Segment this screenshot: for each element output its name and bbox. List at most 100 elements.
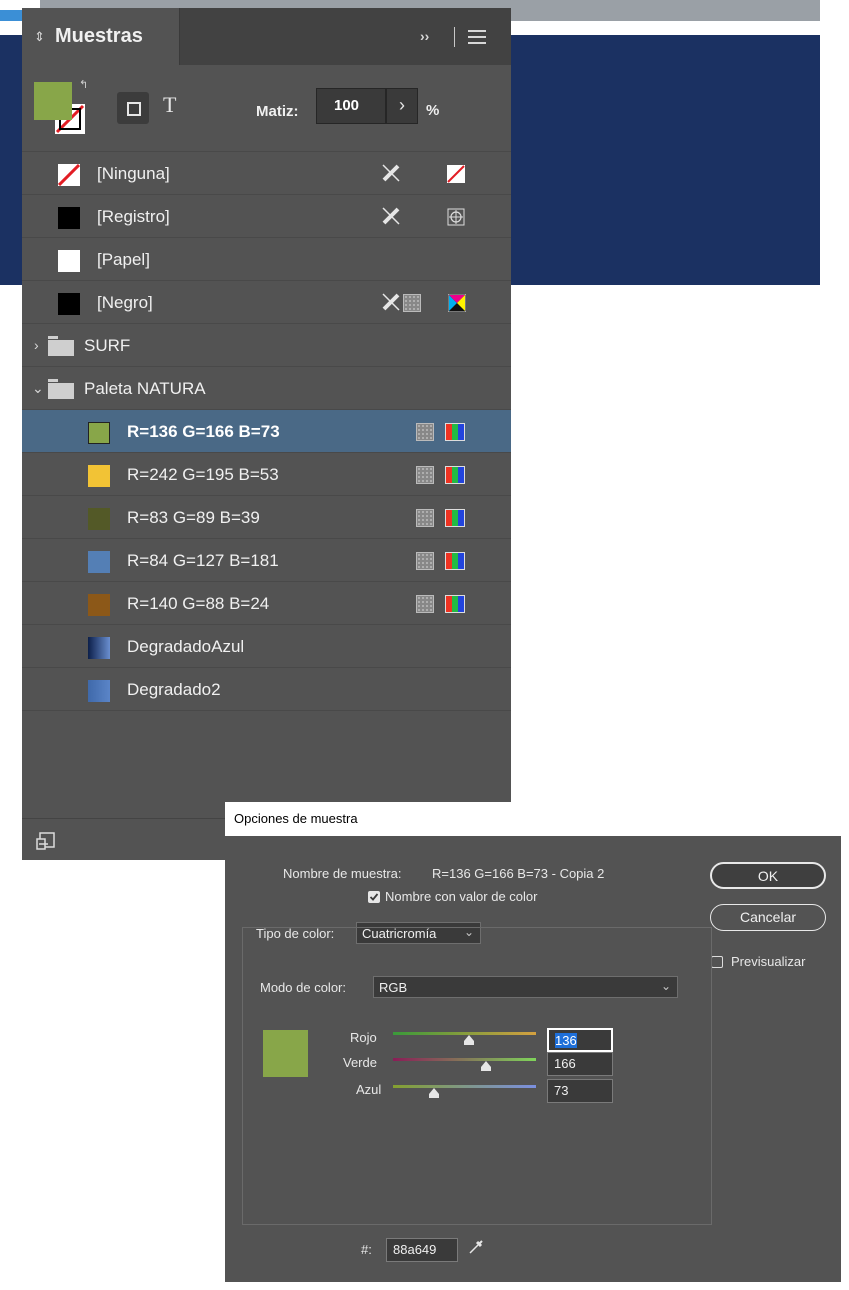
swatch-label: R=83 G=89 B=39: [127, 508, 260, 527]
swatch-name-value: R=136 G=166 B=73 - Copia 2: [432, 866, 605, 881]
blue-value-input[interactable]: 73: [547, 1079, 613, 1103]
folder-icon: [48, 379, 74, 399]
swatch-chip: [88, 551, 110, 573]
name-with-color-value-label: Nombre con valor de color: [385, 889, 538, 904]
green-slider-track[interactable]: [393, 1058, 536, 1061]
swatch-group-surf[interactable]: › SURF: [22, 323, 511, 367]
fill-color-box[interactable]: [34, 82, 72, 120]
registration-swatch-chip: [58, 207, 80, 229]
swatch-label: Degradado2: [127, 680, 221, 699]
paper-swatch-chip: [58, 250, 80, 272]
swap-fill-stroke-icon[interactable]: ↰: [79, 78, 88, 91]
dialog-title: Opciones de muestra: [225, 802, 841, 836]
red-channel-label: Rojo: [350, 1030, 377, 1045]
swatch-row-r83-g89-b39[interactable]: R=83 G=89 B=39: [22, 495, 511, 539]
slider-thumb-base: [464, 1041, 475, 1045]
container-icon: [127, 102, 141, 116]
cancel-button[interactable]: Cancelar: [710, 904, 826, 931]
slider-thumb-base: [481, 1067, 492, 1071]
rgb-mode-icon: [445, 552, 465, 570]
swatch-label: [Ninguna]: [97, 164, 170, 183]
swatch-row-degradado2[interactable]: Degradado2: [22, 667, 511, 711]
swatch-name-label: Nombre de muestra:: [283, 866, 402, 881]
blue-slider-track[interactable]: [393, 1085, 536, 1088]
panel-tab-swatches[interactable]: ⇕ Muestras: [22, 8, 180, 65]
tint-input[interactable]: 100: [316, 88, 386, 124]
ok-button[interactable]: OK: [710, 862, 826, 889]
swatch-row-r140-g88-b24[interactable]: R=140 G=88 B=24: [22, 581, 511, 625]
rgb-mode-icon: [445, 595, 465, 613]
panel-menu-icon[interactable]: [468, 30, 486, 44]
hex-label: #:: [361, 1242, 372, 1257]
process-color-icon: [416, 423, 434, 441]
tint-unit: %: [426, 102, 440, 119]
swatch-row-r136-g166-b73[interactable]: R=136 G=166 B=73: [22, 409, 511, 453]
swatch-label: [Registro]: [97, 207, 170, 226]
swatch-chip: [88, 422, 110, 444]
swatch-options-dialog: Opciones de muestra Nombre de muestra: R…: [225, 802, 841, 1282]
name-with-color-value-checkbox[interactable]: [368, 891, 380, 903]
rgb-mode-icon: [445, 466, 465, 484]
background-document-tab: [0, 10, 22, 21]
red-value-input[interactable]: 136: [547, 1028, 613, 1052]
swatch-row-paper[interactable]: [Papel]: [22, 237, 511, 281]
color-mode-label: Modo de color:: [258, 980, 348, 995]
color-mode-value: RGB: [379, 980, 408, 995]
swatch-label: R=84 G=127 B=181: [127, 551, 279, 570]
formatting-text-button[interactable]: T: [163, 92, 176, 118]
panel-title: Muestras: [55, 25, 143, 47]
color-mode-group-box: [242, 927, 712, 1225]
collapse-panel-icon[interactable]: ››: [420, 28, 429, 44]
swatch-row-none[interactable]: [Ninguna]: [22, 151, 511, 195]
group-label: SURF: [84, 336, 131, 355]
none-swatch-icon: [58, 164, 80, 186]
swatch-label: DegradadoAzul: [127, 637, 245, 656]
color-mode-select[interactable]: RGB ⌄: [373, 976, 678, 998]
tint-stepper-button[interactable]: ›: [386, 88, 418, 124]
swatch-label: R=136 G=166 B=73: [127, 422, 280, 441]
swatches-panel: ⇕ Muestras ›› ↰ T Matiz: 100 › % [Ningun…: [22, 8, 511, 860]
process-color-icon: [416, 595, 434, 613]
list-end-divider: [22, 710, 511, 711]
collapse-arrows-icon[interactable]: ⇕: [34, 29, 45, 45]
panel-header: ⇕ Muestras ››: [22, 8, 511, 65]
preview-checkbox[interactable]: [711, 956, 723, 968]
swatch-label: R=242 G=195 B=53: [127, 465, 279, 484]
no-edit-pencil-icon: [382, 164, 400, 182]
none-mode-icon: [447, 165, 465, 183]
black-swatch-chip: [58, 293, 80, 315]
formatting-container-button[interactable]: [117, 92, 149, 124]
swatch-chip: [88, 465, 110, 487]
swatch-row-r242-g195-b53[interactable]: R=242 G=195 B=53: [22, 452, 511, 496]
gradient-swatch-chip: [88, 680, 110, 702]
hex-input[interactable]: 88a649: [386, 1238, 458, 1262]
process-color-icon: [416, 466, 434, 484]
green-value-input[interactable]: 166: [547, 1052, 613, 1076]
import-swatch-icon[interactable]: [36, 831, 56, 851]
swatch-row-registration[interactable]: [Registro]: [22, 194, 511, 238]
tint-label: Matiz:: [256, 103, 299, 120]
color-preview-swatch: [263, 1030, 308, 1077]
gradient-swatch-chip: [88, 637, 110, 659]
swatch-row-degradado-azul[interactable]: DegradadoAzul: [22, 624, 511, 668]
eyedropper-icon[interactable]: [467, 1238, 485, 1256]
no-edit-pencil-icon: [382, 293, 400, 311]
swatch-label: [Negro]: [97, 293, 153, 312]
rgb-mode-icon: [445, 423, 465, 441]
registration-mark-icon: [447, 208, 465, 226]
swatch-row-r84-g127-b181[interactable]: R=84 G=127 B=181: [22, 538, 511, 582]
swatch-chip: [88, 594, 110, 616]
swatch-chip: [88, 508, 110, 530]
blue-channel-label: Azul: [356, 1082, 382, 1097]
swatch-row-black[interactable]: [Negro]: [22, 280, 511, 324]
chevron-down-icon[interactable]: ⌄: [32, 380, 44, 397]
chevron-right-icon[interactable]: ›: [34, 337, 39, 353]
slider-thumb-base: [428, 1094, 439, 1098]
rgb-mode-icon: [445, 509, 465, 527]
chevron-down-icon: ⌄: [660, 979, 671, 993]
cmyk-mode-icon: [448, 294, 466, 312]
process-color-icon: [403, 294, 421, 312]
swatch-group-paleta-natura[interactable]: ⌄ Paleta NATURA: [22, 366, 511, 410]
swatch-label: [Papel]: [97, 250, 150, 269]
group-label: Paleta NATURA: [84, 379, 206, 398]
